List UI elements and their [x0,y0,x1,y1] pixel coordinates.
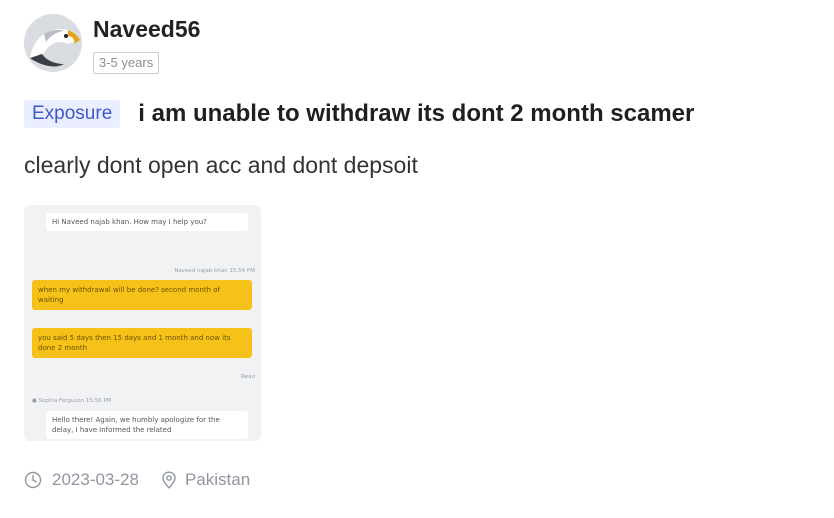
category-tag[interactable]: Exposure [24,100,121,128]
post-location: Pakistan [184,470,251,489]
post-meta: 2023-03-28 Pakistan [24,470,250,490]
post-title-row: Exposure i am unable to withdraw its don… [24,100,694,128]
experience-badge: 3-5 years [93,52,160,74]
agent-person-icon: ● [32,398,37,404]
chat-read-label: Read [241,374,255,380]
chat-agent-greeting: Hi Naveed najab khan. How may I help you… [46,213,248,231]
avatar[interactable] [24,14,82,72]
location-pin-icon [162,471,176,489]
chat-agent-meta-text: Sophia Ferguson 15:56 PM [38,398,112,404]
post-body: clearly dont open acc and dont depsoit [24,152,418,178]
post-title[interactable]: i am unable to withdraw its dont 2 month… [138,100,694,128]
chat-agent-reply: Hello there! Again, we humbly apologize … [46,411,248,439]
chat-user-message-1: when my withdrawal will be done? second … [32,280,252,310]
chat-user-message-2: you said 5 days then 15 days and 1 month… [32,328,252,358]
attached-screenshot[interactable]: Hi Naveed najab khan. How may I help you… [24,205,261,441]
chat-agent-meta: ● Sophia Ferguson 15:56 PM [32,398,112,404]
username[interactable]: Naveed56 [93,16,200,43]
post-date: 2023-03-28 [52,470,139,489]
chat-user-meta: Naveed najab khan 15:54 PM [174,268,255,274]
eagle-avatar-icon [24,14,82,72]
clock-icon [24,471,42,489]
